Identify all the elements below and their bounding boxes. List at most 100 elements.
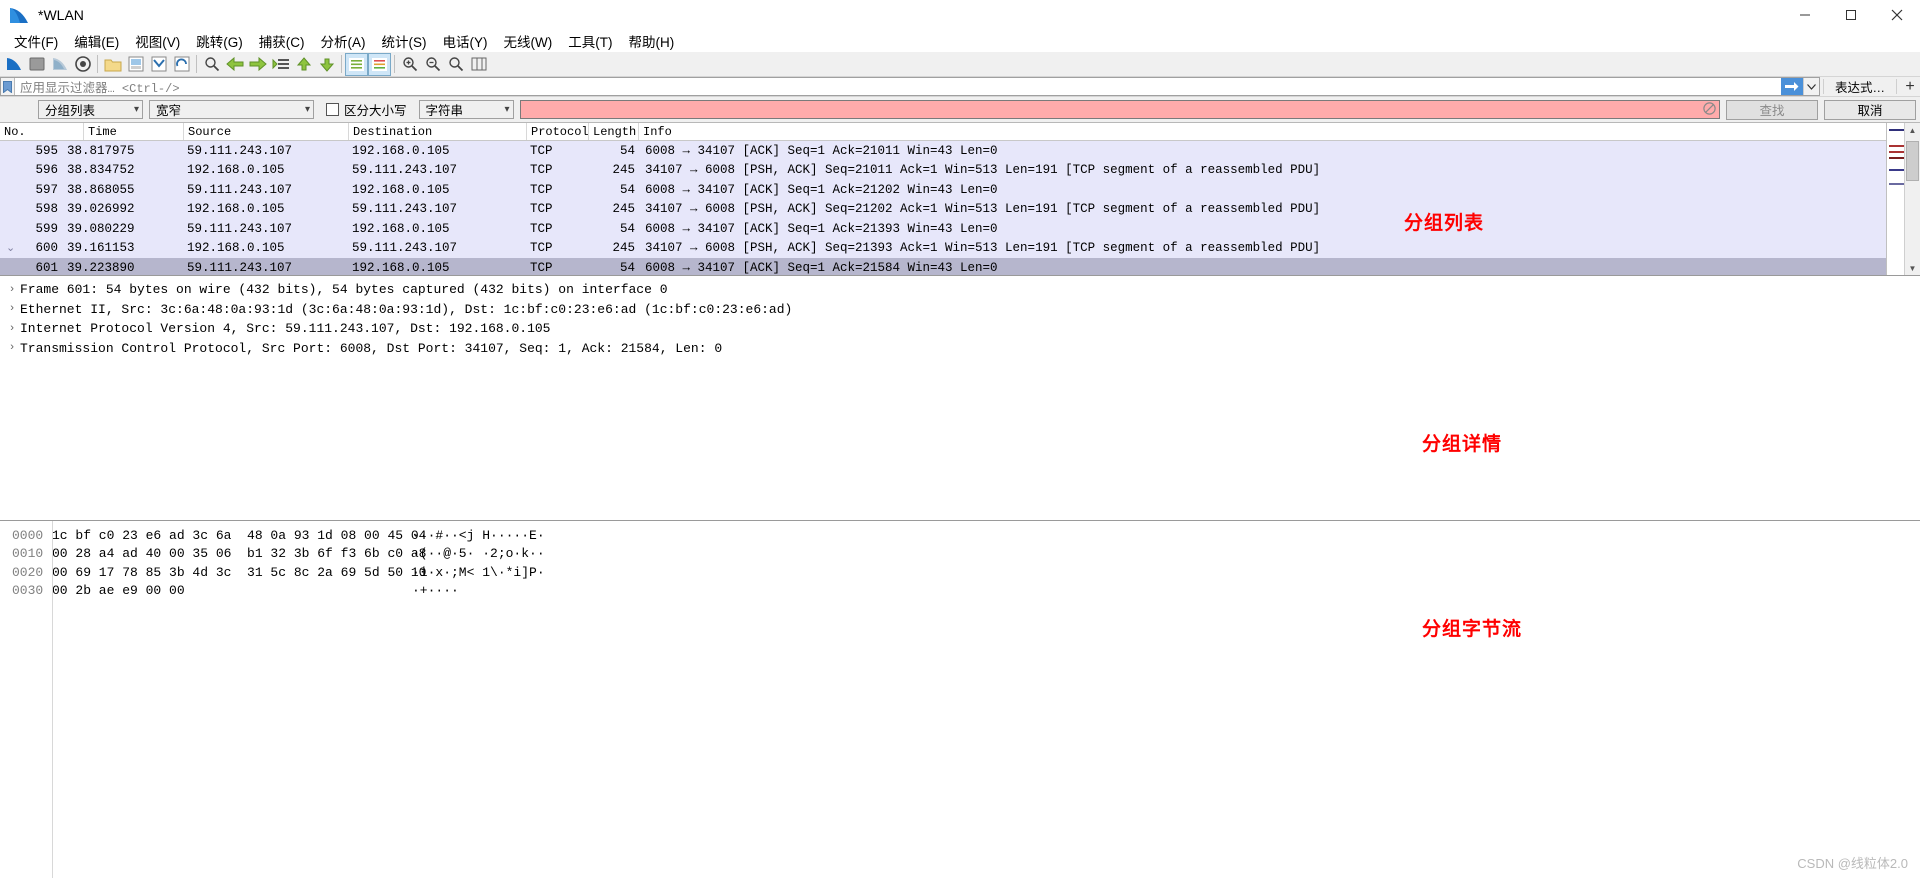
detail-row[interactable]: › Internet Protocol Version 4, Src: 59.1… — [0, 319, 1920, 339]
table-row[interactable]: 599 39.080229 59.111.243.107 192.168.0.1… — [0, 219, 1920, 239]
detail-row[interactable]: › Ethernet II, Src: 3c:6a:48:0a:93:1d (3… — [0, 300, 1920, 320]
chevron-right-icon[interactable]: › — [4, 342, 20, 354]
cancel-button[interactable]: 取消 — [1824, 99, 1916, 120]
search-in-combo[interactable]: 分组列表 ▾ — [38, 100, 143, 119]
scrollbar-thumb[interactable] — [1906, 141, 1919, 181]
table-row[interactable]: 596 38.834752 192.168.0.105 59.111.243.1… — [0, 160, 1920, 180]
reload-file-icon[interactable] — [170, 53, 193, 76]
go-back-icon[interactable] — [223, 53, 246, 76]
display-filter-placeholder-text: 应用显示过滤器 — [20, 81, 108, 95]
no-entry-icon — [1703, 101, 1716, 118]
column-header-protocol[interactable]: Protocol — [527, 123, 589, 140]
restart-capture-icon[interactable] — [48, 53, 71, 76]
cell-info: 6008 → 34107 [ACK] Seq=1 Ack=21393 Win=4… — [645, 221, 998, 236]
cell-time: 38.868055 — [67, 182, 135, 197]
menu-edit[interactable]: 编辑(E) — [66, 29, 127, 53]
hex-bytes: 00 69 17 78 85 3b 4d 3c 31 5c 8c 2a 69 5… — [52, 564, 427, 580]
menu-analyze[interactable]: 分析(A) — [313, 29, 374, 53]
table-row[interactable]: 600 39.161153 192.168.0.105 59.111.243.1… — [0, 238, 1920, 258]
stop-capture-icon[interactable] — [25, 53, 48, 76]
table-row[interactable]: 597 38.868055 59.111.243.107 192.168.0.1… — [0, 180, 1920, 200]
menu-wireless[interactable]: 无线(W) — [496, 29, 561, 53]
minimize-button[interactable] — [1782, 0, 1828, 30]
zoom-in-icon[interactable] — [398, 53, 421, 76]
display-filter-input[interactable]: 应用显示过滤器… <Ctrl-/> — [0, 77, 1820, 96]
add-filter-button[interactable]: + — [1900, 77, 1920, 96]
hex-offset: 0030 — [12, 583, 44, 599]
cell-length: 245 — [612, 241, 635, 256]
table-row[interactable]: 598 39.026992 192.168.0.105 59.111.243.1… — [0, 199, 1920, 219]
column-header-source[interactable]: Source — [184, 123, 349, 140]
menu-tools[interactable]: 工具(T) — [560, 29, 620, 53]
find-packet-icon[interactable] — [200, 53, 223, 76]
hex-row[interactable]: 0000 1c bf c0 23 e6 ad 3c 6a 48 0a 93 1d… — [0, 526, 1920, 545]
chevron-down-icon[interactable] — [1802, 78, 1819, 95]
menu-file[interactable]: 文件(F) — [6, 29, 66, 53]
zoom-reset-icon[interactable] — [444, 53, 467, 76]
hex-row[interactable]: 0020 00 69 17 78 85 3b 4d 3c 31 5c 8c 2a… — [0, 563, 1920, 582]
find-button[interactable]: 查找 — [1726, 99, 1818, 120]
maximize-button[interactable] — [1828, 0, 1874, 30]
table-row-selected[interactable]: 601 39.223890 59.111.243.107 192.168.0.1… — [0, 258, 1920, 275]
open-file-icon[interactable] — [101, 53, 124, 76]
char-width-combo[interactable]: 宽窄 ▾ — [149, 100, 314, 119]
search-type-combo[interactable]: 字符串 ▾ — [418, 100, 514, 119]
menu-help[interactable]: 帮助(H) — [620, 29, 682, 53]
wireshark-window: *WLAN 文件(F) 编辑(E) 视图(V) 跳转(G) 捕获(C) 分析(A… — [0, 0, 1920, 878]
cell-no: 598 — [35, 202, 58, 217]
packet-bytes-pane[interactable]: 0000 1c bf c0 23 e6 ad 3c 6a 48 0a 93 1d… — [0, 521, 1920, 878]
find-bar: 分组列表 ▾ 宽窄 ▾ 区分大小写 字符串 ▾ 查找 取消 — [0, 97, 1920, 123]
chevron-right-icon[interactable]: › — [4, 323, 20, 335]
close-file-icon[interactable] — [147, 53, 170, 76]
packet-list-body[interactable]: 595 38.817975 59.111.243.107 192.168.0.1… — [0, 141, 1920, 275]
detail-row[interactable]: › Frame 601: 54 bytes on wire (432 bits)… — [0, 280, 1920, 300]
hex-row[interactable]: 0010 00 28 a4 ad 40 00 35 06 b1 32 3b 6f… — [0, 545, 1920, 564]
go-forward-icon[interactable] — [246, 53, 269, 76]
menu-capture[interactable]: 捕获(C) — [251, 29, 313, 53]
packet-list-scrollbar[interactable]: ▲ ▼ — [1904, 123, 1920, 275]
cell-time: 38.817975 — [67, 143, 135, 158]
colorize-icon[interactable] — [368, 52, 391, 76]
case-sensitive-checkbox[interactable]: 区分大小写 — [326, 100, 407, 119]
scroll-up-arrow[interactable]: ▲ — [1905, 123, 1920, 137]
close-button[interactable] — [1874, 0, 1920, 30]
arrow-right-icon[interactable] — [1780, 78, 1803, 95]
expression-button[interactable]: 表达式… — [1827, 77, 1893, 96]
chevron-right-icon[interactable]: › — [4, 303, 20, 315]
column-header-destination[interactable]: Destination — [349, 123, 527, 140]
search-type-value: 字符串 — [425, 104, 464, 118]
menu-go[interactable]: 跳转(G) — [188, 29, 251, 53]
hex-bytes: 00 28 a4 ad 40 00 35 06 b1 32 3b 6f f3 6… — [52, 546, 427, 562]
zoom-out-icon[interactable] — [421, 53, 444, 76]
table-row[interactable]: 595 38.817975 59.111.243.107 192.168.0.1… — [0, 141, 1920, 161]
column-header-length[interactable]: Length — [589, 123, 639, 140]
go-to-last-icon[interactable] — [315, 53, 338, 76]
save-file-icon[interactable] — [124, 53, 147, 76]
watermark: CSDN @线粒体2.0 — [1797, 856, 1908, 871]
cell-length: 245 — [612, 163, 635, 178]
char-width-value: 宽窄 — [156, 104, 182, 118]
bookmark-icon[interactable] — [1, 78, 15, 95]
menu-telephony[interactable]: 电话(Y) — [435, 29, 496, 53]
menu-statistics[interactable]: 统计(S) — [374, 29, 435, 53]
menu-view[interactable]: 视图(V) — [127, 29, 188, 53]
column-header-time[interactable]: Time — [84, 123, 184, 140]
cell-info: 6008 → 34107 [ACK] Seq=1 Ack=21202 Win=4… — [645, 182, 998, 197]
auto-scroll-icon[interactable] — [345, 52, 368, 76]
hex-offset: 0020 — [12, 564, 44, 580]
go-to-packet-icon[interactable] — [269, 53, 292, 76]
scroll-down-arrow[interactable]: ▼ — [1905, 261, 1920, 275]
start-capture-icon[interactable] — [2, 53, 25, 76]
detail-row[interactable]: › Transmission Control Protocol, Src Por… — [0, 339, 1920, 359]
column-header-info[interactable]: Info — [639, 123, 1920, 140]
go-to-first-icon[interactable] — [292, 53, 315, 76]
hex-row[interactable]: 0030 00 2b ae e9 00 00 ·+···· — [0, 582, 1920, 601]
chevron-right-icon[interactable]: › — [4, 284, 20, 296]
packet-detail-pane[interactable]: › Frame 601: 54 bytes on wire (432 bits)… — [0, 276, 1920, 521]
resize-columns-icon[interactable] — [467, 53, 490, 76]
capture-options-icon[interactable] — [71, 53, 94, 76]
checkbox-box[interactable] — [326, 103, 339, 116]
column-header-no[interactable]: No. — [0, 123, 84, 140]
find-input[interactable] — [519, 100, 1720, 119]
cell-protocol: TCP — [530, 202, 553, 217]
